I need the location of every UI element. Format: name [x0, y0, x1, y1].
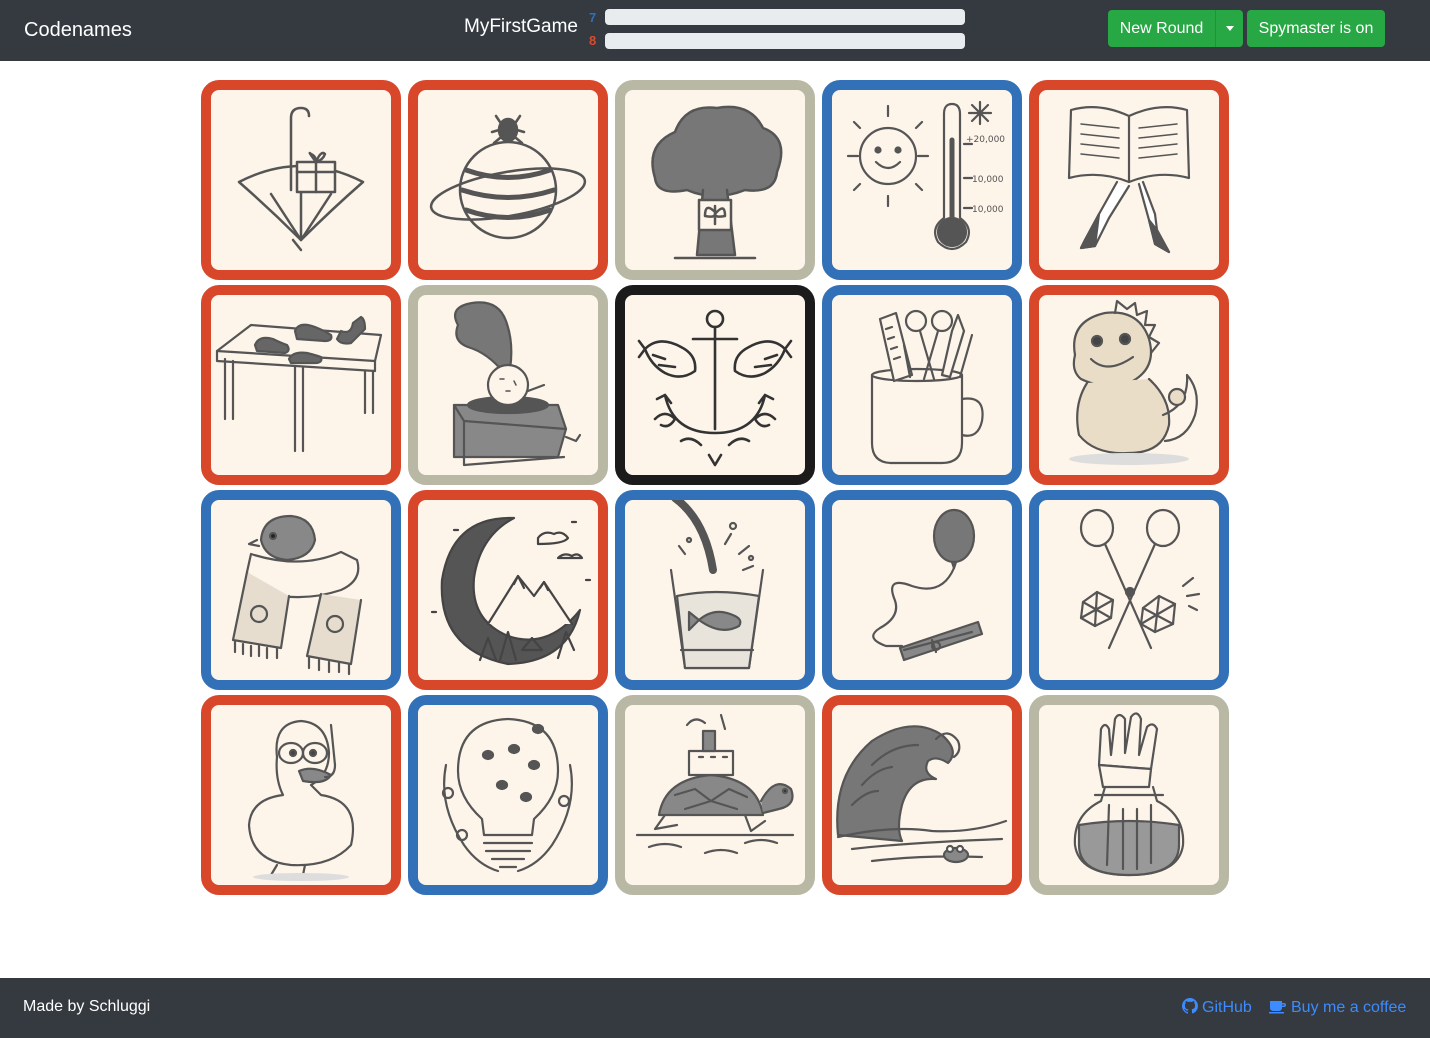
anchor-fish-icon	[625, 295, 805, 475]
wave-frog-icon	[832, 705, 1012, 885]
card-8[interactable]	[615, 285, 815, 485]
card-11[interactable]	[201, 490, 401, 690]
spymaster-toggle-button[interactable]: Spymaster is on	[1247, 10, 1385, 47]
svg-text:10,000: 10,000	[972, 175, 1004, 185]
card-19[interactable]	[822, 695, 1022, 895]
footer-credit: Made by Schluggi	[23, 998, 151, 1015]
planet-beetle-icon	[418, 90, 598, 270]
card-12[interactable]	[408, 490, 608, 690]
tree-butterfly-icon	[625, 90, 805, 270]
book-legs-icon	[1039, 90, 1219, 270]
table-shoes-icon	[211, 295, 391, 475]
turtle-ship-icon	[625, 705, 805, 885]
svg-text:10,000: 10,000	[972, 205, 1004, 215]
coffee-cup-icon	[1269, 1001, 1286, 1014]
card-16[interactable]	[201, 695, 401, 895]
svg-text:+20,000: +20,000	[966, 135, 1005, 145]
sun-thermometer-icon: +20,000 10,000 10,000	[832, 90, 1012, 270]
card-14[interactable]	[822, 490, 1022, 690]
baby-dragon-icon	[1039, 295, 1219, 475]
card-6[interactable]	[201, 285, 401, 485]
card-5[interactable]	[1029, 80, 1229, 280]
umbrella-gift-icon	[211, 90, 391, 270]
gramophone-icon	[418, 295, 598, 475]
card-9[interactable]	[822, 285, 1022, 485]
new-round-dropdown-toggle[interactable]	[1215, 10, 1243, 47]
github-label: GitHub	[1202, 999, 1252, 1016]
footer: Made by Schluggi GitHub Buy me a coffee	[0, 978, 1430, 1038]
card-2[interactable]	[408, 80, 608, 280]
scissors-diamonds-icon	[1039, 500, 1219, 680]
card-20[interactable]	[1029, 695, 1229, 895]
blue-progress-bar	[605, 9, 965, 25]
card-3[interactable]	[615, 80, 815, 280]
red-progress-bar	[605, 33, 965, 49]
blue-score: 7	[589, 10, 597, 25]
red-score: 8	[589, 33, 597, 48]
bird-scarf-icon	[211, 500, 391, 680]
lightbulb-bees-icon	[418, 705, 598, 885]
balloon-clothespin-icon	[832, 500, 1012, 680]
coffee-label: Buy me a coffee	[1291, 999, 1407, 1016]
card-grid: +20,000 10,000 10,000	[201, 80, 1229, 895]
glove-jar-icon	[1039, 705, 1219, 885]
card-10[interactable]	[1029, 285, 1229, 485]
card-15[interactable]	[1029, 490, 1229, 690]
app-brand[interactable]: Codenames	[24, 19, 132, 42]
game-name: MyFirstGame	[464, 16, 578, 37]
github-icon	[1182, 998, 1198, 1014]
card-18[interactable]	[615, 695, 815, 895]
duck-snorkel-icon	[211, 705, 391, 885]
moon-mountains-icon	[418, 500, 598, 680]
mug-scissors-icon	[832, 295, 1012, 475]
github-link[interactable]: GitHub	[1182, 998, 1252, 1017]
card-17[interactable]	[408, 695, 608, 895]
buy-me-a-coffee-link[interactable]: Buy me a coffee	[1269, 998, 1406, 1017]
top-navbar: Codenames MyFirstGame 7 8 New Round Spym…	[0, 0, 1430, 61]
card-4[interactable]: +20,000 10,000 10,000	[822, 80, 1022, 280]
new-round-button[interactable]: New Round	[1108, 10, 1215, 47]
card-13[interactable]	[615, 490, 815, 690]
card-1[interactable]	[201, 80, 401, 280]
glass-fish-icon	[625, 500, 805, 680]
card-7[interactable]	[408, 285, 608, 485]
